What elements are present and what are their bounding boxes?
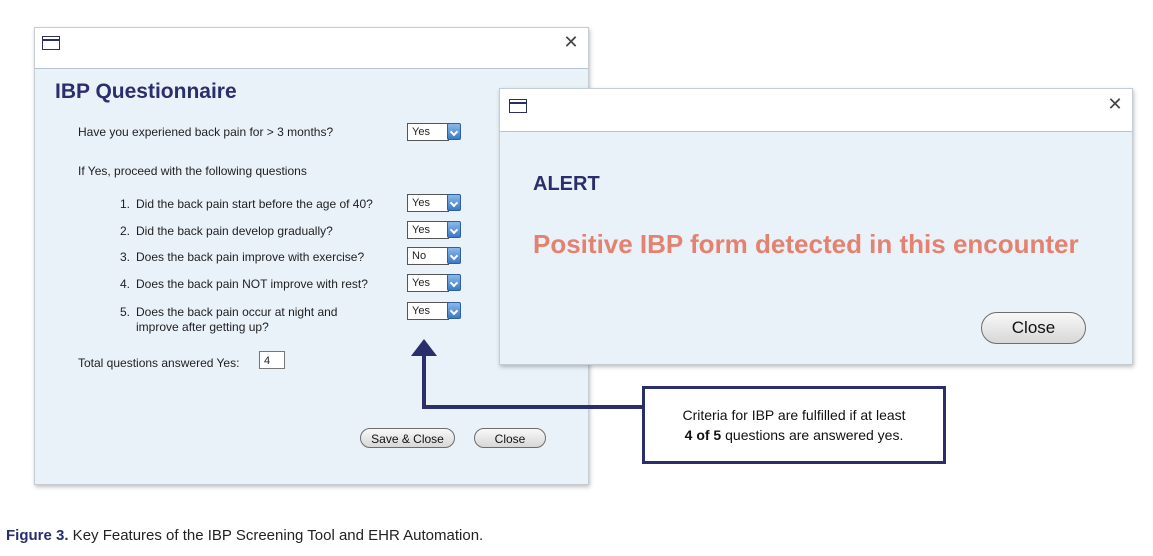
question-5-select[interactable]: Yes (407, 302, 461, 320)
question-4-select[interactable]: Yes (407, 274, 461, 292)
main-question-select[interactable]: Yes (407, 123, 461, 141)
window-icon (509, 99, 527, 113)
figure-caption-text: Key Features of the IBP Screening Tool a… (68, 527, 484, 544)
total-yes-label: Total questions answered Yes: (78, 356, 240, 370)
main-question-label: Have you experiened back pain for > 3 mo… (78, 125, 334, 139)
question-3-select[interactable]: No (407, 247, 461, 265)
chevron-down-icon[interactable] (447, 123, 461, 140)
window-icon (42, 36, 60, 50)
save-close-button[interactable]: Save & Close (360, 428, 455, 448)
close-button[interactable]: Close (474, 428, 546, 448)
chevron-down-icon[interactable] (447, 221, 461, 238)
callout-line-1: Criteria for IBP are fulfilled if at lea… (682, 407, 906, 423)
figure-label: Figure 3. (6, 527, 69, 544)
callout-line-2-rest: questions are answered yes. (721, 427, 904, 443)
question-1-label: Did the back pain start before the age o… (136, 197, 373, 211)
question-5-label: Does the back pain occur at night and (136, 305, 338, 319)
criteria-callout: Criteria for IBP are fulfilled if at lea… (642, 386, 946, 464)
instruction-text: If Yes, proceed with the following quest… (78, 164, 307, 178)
close-icon[interactable]: ✕ (1106, 96, 1124, 114)
questionnaire-title: IBP Questionnaire (55, 80, 237, 103)
question-2-select-value: Yes (407, 221, 449, 239)
question-1-select[interactable]: Yes (407, 194, 461, 212)
question-number: 4. (120, 277, 131, 291)
alert-titlebar: ✕ (500, 89, 1132, 132)
callout-line-2-bold: 4 of 5 (684, 427, 722, 443)
figure-caption: Figure 3. Key Features of the IBP Screen… (6, 527, 483, 544)
question-2-label: Did the back pain develop gradually? (136, 224, 333, 238)
chevron-down-icon[interactable] (447, 194, 461, 211)
chevron-down-icon[interactable] (447, 274, 461, 291)
chevron-down-icon[interactable] (447, 302, 461, 319)
question-number: 2. (120, 224, 131, 238)
question-1-select-value: Yes (407, 194, 449, 212)
alert-window: ✕ ALERT Positive IBP form detected in th… (499, 88, 1133, 365)
question-3-label: Does the back pain improve with exercise… (136, 250, 365, 264)
chevron-down-icon[interactable] (447, 247, 461, 264)
question-number: 5. (120, 305, 131, 319)
question-4-label: Does the back pain NOT improve with rest… (136, 277, 368, 291)
question-number: 1. (120, 197, 131, 211)
callout-line-2: 4 of 5 questions are answered yes. (645, 425, 943, 445)
questionnaire-titlebar: ✕ (35, 28, 588, 69)
close-icon[interactable]: ✕ (562, 34, 580, 52)
main-question-select-value: Yes (407, 123, 449, 141)
question-5-label-line2: improve after getting up? (136, 320, 269, 334)
question-number: 3. (120, 250, 131, 264)
question-5-select-value: Yes (407, 302, 449, 320)
alert-message: Positive IBP form detected in this encou… (533, 229, 1079, 259)
question-2-select[interactable]: Yes (407, 221, 461, 239)
alert-close-button[interactable]: Close (981, 312, 1086, 344)
alert-title: ALERT (533, 173, 600, 195)
question-3-select-value: No (407, 247, 449, 265)
total-yes-field[interactable]: 4 (259, 351, 285, 369)
question-4-select-value: Yes (407, 274, 449, 292)
